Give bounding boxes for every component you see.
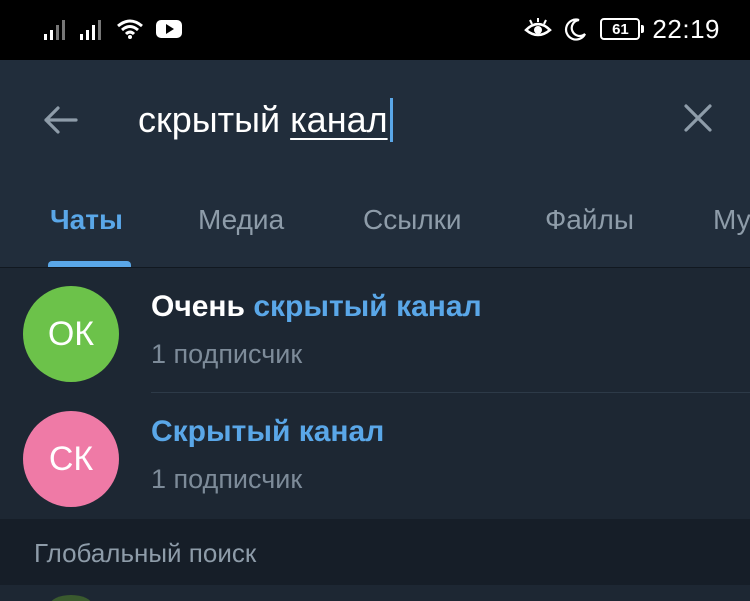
signal-icon: [80, 20, 101, 40]
clock: 22:19: [652, 13, 720, 44]
avatar-initials: ОК: [47, 314, 95, 353]
back-button[interactable]: [36, 96, 84, 144]
tab-music[interactable]: Му: [713, 204, 750, 236]
result-subtitle: 1 подписчик: [151, 464, 303, 494]
battery-level: 61: [612, 20, 629, 38]
global-search-header: Глобальный поиск: [0, 519, 750, 585]
text-cursor: [389, 98, 393, 142]
search-tabs: Чаты Медиа Ссылки Файлы Му: [0, 198, 750, 268]
wifi-icon: [117, 19, 143, 39]
result-title-prefix: Очень: [151, 290, 254, 323]
tab-links[interactable]: Ссылки: [363, 204, 462, 236]
arrow-left-icon: [44, 106, 78, 134]
moon-icon: [565, 18, 587, 41]
next-row-peek[interactable]: [0, 585, 750, 601]
status-right: 61 22:19: [524, 12, 720, 46]
result-title: Скрытый канал: [151, 415, 384, 449]
result-title-highlight: скрытый канал: [253, 290, 482, 323]
search-header: скрытый канал Чаты Медиа Ссылки Файлы Му: [0, 60, 750, 268]
avatar: СК: [23, 411, 119, 507]
eye-icon: [524, 18, 553, 37]
clear-button[interactable]: [674, 94, 722, 142]
search-query-composing: канал: [290, 99, 388, 140]
search-result-row[interactable]: ОК Очень скрытый канал 1 подписчик: [0, 268, 750, 394]
close-icon: [684, 104, 712, 132]
status-left: [44, 14, 182, 44]
search-query-text: скрытый: [138, 99, 281, 140]
tab-files[interactable]: Файлы: [545, 204, 634, 236]
section-title: Глобальный поиск: [34, 538, 257, 568]
avatar: ОК: [23, 286, 119, 382]
youtube-icon: [156, 20, 182, 38]
status-bar: 61 22:19: [0, 0, 750, 60]
signal-icon: [44, 20, 65, 40]
search-input[interactable]: скрытый канал: [138, 98, 393, 142]
result-title: Очень скрытый канал: [151, 290, 482, 324]
result-subtitle: 1 подписчик: [151, 339, 303, 369]
tab-chats[interactable]: Чаты: [50, 204, 123, 236]
search-result-row[interactable]: СК Скрытый канал 1 подписчик: [0, 393, 750, 519]
result-title-highlight: Скрытый канал: [151, 415, 385, 448]
battery-icon: 61: [600, 18, 645, 40]
avatar-initials: СК: [48, 439, 94, 478]
tab-media[interactable]: Медиа: [198, 204, 284, 236]
